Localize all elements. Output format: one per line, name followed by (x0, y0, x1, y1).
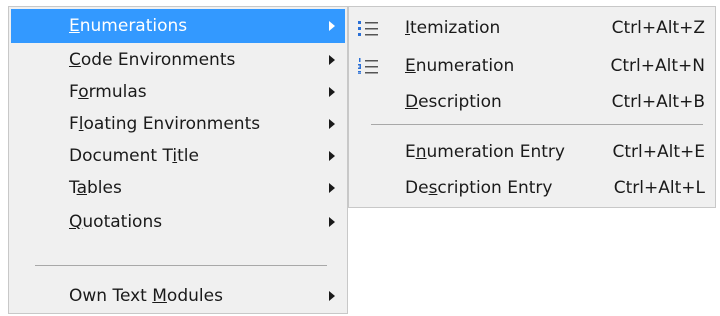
bullet-list-icon (358, 21, 378, 36)
chevron-right-icon (329, 119, 335, 129)
menu-item-own-text-modules[interactable]: Own Text Modules (11, 279, 345, 313)
submenu-item-label: Enumeration Entry (405, 142, 565, 162)
chevron-right-icon (329, 55, 335, 65)
menu-item-label: Own Text Modules (69, 286, 223, 306)
submenu-item-itemization[interactable]: Itemization Ctrl+Alt+Z (351, 11, 713, 45)
submenu-item-label: Enumeration (405, 56, 515, 76)
submenu-item-label: Itemization (405, 18, 501, 38)
submenu-item-description-entry[interactable]: Description Entry Ctrl+Alt+L (351, 171, 713, 205)
menu-item-label: Document Title (69, 146, 199, 166)
menu-item-label: Code Environments (69, 50, 236, 70)
shortcut-label: Ctrl+Alt+Z (611, 18, 705, 38)
context-menu: Enumerations Code Environments Formulas … (8, 6, 348, 314)
submenu-enumerations: Itemization Ctrl+Alt+Z Enumeration Ctrl+… (348, 6, 716, 208)
menu-item-label: Floating Environments (69, 114, 261, 134)
submenu-item-description[interactable]: Description Ctrl+Alt+B (351, 85, 713, 119)
menu-item-enumerations[interactable]: Enumerations (11, 9, 345, 43)
shortcut-label: Ctrl+Alt+E (612, 142, 706, 162)
chevron-right-icon (329, 87, 335, 97)
shortcut-label: Ctrl+Alt+B (611, 92, 705, 112)
menu-item-label: Formulas (69, 82, 147, 102)
chevron-right-icon (329, 21, 335, 31)
numbered-list-icon (358, 58, 378, 74)
chevron-right-icon (329, 291, 335, 301)
chevron-right-icon (329, 151, 335, 161)
menu-item-document-title[interactable]: Document Title (11, 139, 345, 173)
menu-item-tables[interactable]: Tables (11, 171, 345, 205)
chevron-right-icon (329, 217, 335, 227)
menu-separator (371, 124, 703, 125)
menu-item-formulas[interactable]: Formulas (11, 75, 345, 109)
shortcut-label: Ctrl+Alt+N (610, 56, 705, 76)
submenu-item-enumeration-entry[interactable]: Enumeration Entry Ctrl+Alt+E (351, 135, 713, 169)
chevron-right-icon (329, 183, 335, 193)
shortcut-label: Ctrl+Alt+L (613, 178, 705, 198)
submenu-item-enumeration[interactable]: Enumeration Ctrl+Alt+N (351, 49, 713, 83)
menu-separator (35, 265, 327, 266)
menu-item-code-environments[interactable]: Code Environments (11, 43, 345, 77)
menu-item-label: Tables (69, 178, 122, 198)
menu-item-label: Quotations (69, 212, 163, 232)
submenu-item-label: Description (405, 92, 502, 112)
menu-item-floating-environments[interactable]: Floating Environments (11, 107, 345, 141)
submenu-item-label: Description Entry (405, 178, 553, 198)
menu-item-label: Enumerations (69, 16, 188, 36)
menu-item-quotations[interactable]: Quotations (11, 205, 345, 239)
